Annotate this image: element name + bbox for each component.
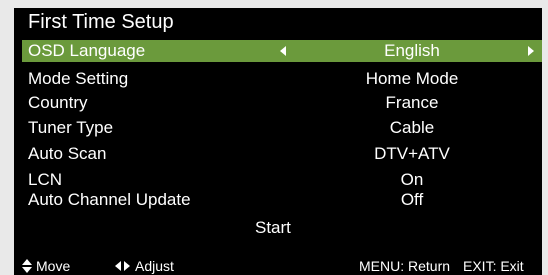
- menu-item-mode-setting[interactable]: Mode Setting Home Mode: [22, 68, 542, 90]
- menu-item-osd-language[interactable]: OSD Language English: [22, 40, 542, 62]
- menu-item-label: Auto Scan: [28, 144, 107, 163]
- menu-item-label: Auto Channel Update: [28, 190, 191, 209]
- exit-hint: EXIT: Exit: [463, 258, 524, 274]
- menu-item-value: France: [385, 93, 439, 112]
- menu-item-value: DTV+ATV: [374, 144, 450, 163]
- tv-osd-screen: First Time Setup OSD Language English Mo…: [0, 0, 548, 275]
- menu-item-value: On: [400, 170, 424, 189]
- menu-item-value: English: [384, 41, 440, 60]
- menu-item-label: Tuner Type: [28, 118, 114, 137]
- up-down-arrows-icon: [22, 259, 32, 273]
- menu-item-label: LCN: [28, 170, 63, 189]
- footer-hints: Move Adjust MENU: Return EXIT: Exit: [22, 257, 542, 275]
- menu-item-label: Mode Setting: [28, 69, 129, 88]
- start-button[interactable]: Start: [255, 217, 291, 239]
- arrow-right-icon[interactable]: [528, 46, 534, 56]
- menu-item-value: Home Mode: [365, 69, 459, 88]
- menu-item-label: OSD Language: [28, 41, 146, 60]
- page-title: First Time Setup: [28, 11, 174, 33]
- move-hint: Move: [36, 258, 71, 274]
- frame-top: [0, 0, 548, 8]
- menu-item-auto-channel-update[interactable]: Auto Channel Update Off: [22, 189, 542, 211]
- adjust-hint: Adjust: [135, 258, 174, 274]
- menu-item-label: Country: [28, 93, 88, 112]
- menu-item-value: Off: [400, 190, 424, 209]
- menu-item-country[interactable]: Country France: [22, 92, 542, 114]
- frame-right: [542, 0, 548, 275]
- arrow-left-icon[interactable]: [280, 46, 286, 56]
- menu-item-auto-scan[interactable]: Auto Scan DTV+ATV: [22, 143, 542, 165]
- menu-return-hint: MENU: Return: [359, 258, 451, 274]
- left-right-arrows-icon: [115, 261, 131, 271]
- menu-item-value: Cable: [389, 118, 435, 137]
- menu-item-lcn[interactable]: LCN On: [22, 169, 542, 191]
- menu-item-tuner-type[interactable]: Tuner Type Cable: [22, 117, 542, 139]
- frame-left: [0, 0, 14, 275]
